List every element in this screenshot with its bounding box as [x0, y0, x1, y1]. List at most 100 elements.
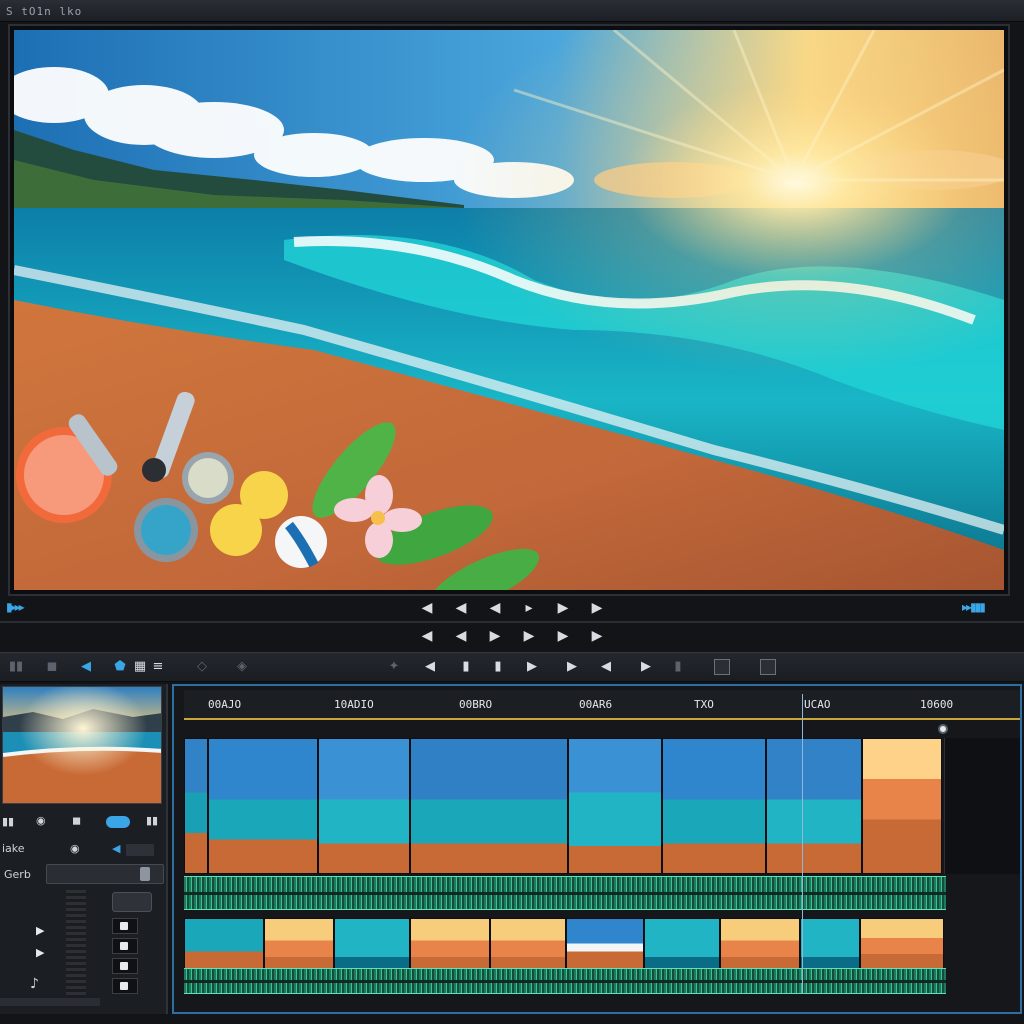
video-clip[interactable] [490, 918, 566, 974]
track-slot-2[interactable] [112, 938, 138, 954]
toolbar-play-button[interactable]: ▶ [524, 659, 540, 675]
playhead[interactable] [802, 694, 803, 994]
video-clip[interactable] [766, 738, 862, 874]
grid-tool-icon[interactable]: ▦ [132, 659, 148, 675]
panel-pause-icon[interactable]: ▮▮ [146, 814, 158, 827]
video-clip[interactable] [644, 918, 720, 974]
chevron-icon[interactable]: ◀ [112, 842, 120, 855]
video-clip[interactable] [184, 738, 208, 874]
audio-centerline [184, 892, 946, 895]
audio-centerline [184, 980, 946, 983]
ruler-tick: 00AR6 [579, 698, 613, 711]
speaker-icon[interactable]: ♪ [30, 976, 39, 992]
audio-track-1[interactable] [184, 876, 946, 910]
dropdown-handle[interactable] [140, 867, 150, 881]
ruler-tick: 10ADIO [334, 698, 374, 711]
preview-monitor [8, 24, 1010, 596]
beach-thumbnail-image [3, 687, 161, 803]
toolbar-checkbox[interactable] [714, 659, 730, 675]
video-clip-sunset[interactable] [860, 918, 944, 974]
field-label: Gerb [4, 868, 31, 881]
frame-back-button[interactable]: ◀ [487, 601, 503, 615]
toolbar-prev-button[interactable]: ◀ [422, 659, 438, 675]
expand-arrow-2[interactable]: ▶ [36, 946, 44, 959]
ruler-tick: 10600 [920, 698, 954, 711]
video-track-1[interactable] [184, 738, 1020, 874]
go-end-button[interactable]: ▶ [589, 629, 605, 643]
toolbar-in-point-button[interactable]: ▮ [670, 659, 686, 675]
video-clip[interactable] [208, 738, 318, 874]
shield-tool-icon[interactable]: ⬟ [112, 659, 128, 675]
list-tool-icon[interactable]: ≡ [150, 659, 166, 675]
video-clip[interactable] [662, 738, 766, 874]
beach-scene-image [14, 30, 1004, 590]
timeline-ruler[interactable]: 00AJO 10ADIO 00BRO 00AR6 TXO UCAO 10600 [184, 690, 1020, 720]
toolbar-back-button[interactable]: ◀ [598, 659, 614, 675]
expand-arrow-1[interactable]: ▶ [36, 924, 44, 937]
panel-link-icon[interactable]: ◼ [72, 814, 81, 827]
rewind-button[interactable]: ◀ [419, 601, 435, 615]
blade-tool-icon[interactable]: ◀ [78, 659, 94, 675]
panel-scrollbar[interactable] [66, 890, 86, 1002]
panel-toggle-switch[interactable] [106, 816, 130, 828]
separator [0, 621, 1024, 623]
marker-icon[interactable]: ✦ [386, 659, 402, 675]
toolbar-checkbox-2[interactable] [760, 659, 776, 675]
playhead-handle[interactable] [938, 724, 948, 734]
loop-button[interactable]: ▶ [555, 629, 571, 643]
toolbar-next-button[interactable]: ▶ [564, 659, 580, 675]
media-thumbnail[interactable] [2, 686, 162, 804]
preview-canvas[interactable] [14, 30, 1004, 590]
track-empty-area [944, 738, 1020, 874]
frame-forward-button[interactable]: ▶ [555, 601, 571, 615]
go-start-button[interactable]: ◀ [419, 629, 435, 643]
timeline-panel: 00AJO 10ADIO 00BRO 00AR6 TXO UCAO 10600 [172, 684, 1022, 1014]
ruler-tick: UCAO [804, 698, 831, 711]
video-clip[interactable] [568, 738, 662, 874]
track-slot-1[interactable] [112, 918, 138, 934]
toolbar-forward-button[interactable]: ▶ [638, 659, 654, 675]
video-clip[interactable] [800, 918, 860, 974]
video-clip[interactable] [410, 738, 568, 874]
panel-row-label: iake [2, 842, 25, 855]
transport-row-1: ◀ ◀ ◀ ▸ ▶ ▶ [0, 596, 1024, 620]
app-title: S tO1n lko [6, 5, 83, 18]
video-track-2[interactable] [184, 918, 1020, 974]
video-clip[interactable] [720, 918, 800, 974]
video-clip[interactable] [566, 918, 644, 974]
video-clip[interactable] [410, 918, 490, 974]
ruler-tick: TXO [694, 698, 714, 711]
toolbar-split-button[interactable]: ▮ [458, 659, 474, 675]
prev-clip-button[interactable]: ◀ [453, 629, 469, 643]
video-clip[interactable] [318, 738, 410, 874]
track-slot-4[interactable] [112, 978, 138, 994]
play-small-button[interactable]: ▸ [521, 601, 537, 615]
track-slot-3[interactable] [112, 958, 138, 974]
title-bar: S tO1n lko [0, 0, 1024, 22]
dot-tool-icon[interactable]: ◼ [44, 659, 60, 675]
ruler-tick: 00BRO [459, 698, 493, 711]
video-clip[interactable] [264, 918, 334, 974]
video-clip[interactable] [334, 918, 410, 974]
step-back-button[interactable]: ◀ [453, 601, 469, 615]
timeline-toolbar: ▮▮ ◼ ◀ ⬟ ▦ ≡ ◇ ◈ ✦ ◀ ▮ ▮ ▶ ▶ ◀ ▶ ▮ [0, 652, 1024, 682]
panel-button[interactable] [112, 892, 152, 912]
video-clip[interactable] [184, 918, 264, 974]
toolbar-mark-button[interactable]: ▮ [490, 659, 506, 675]
video-clip-sunset[interactable] [862, 738, 942, 874]
eye-icon[interactable]: ◉ [70, 842, 80, 855]
panel-footer-bar [0, 998, 100, 1006]
fast-forward-button[interactable]: ▶ [589, 601, 605, 615]
link-tool-icon[interactable]: ◈ [234, 659, 250, 675]
ruler-tick: 00AJO [208, 698, 242, 711]
play-button[interactable]: ▶ [487, 629, 503, 643]
panel-record-icon[interactable]: ◉ [36, 814, 46, 827]
panel-toggle-icon[interactable]: ▮▮ [2, 815, 14, 828]
next-clip-button[interactable]: ▶ [521, 629, 537, 643]
ruler-bar [184, 718, 1020, 720]
panel-mini-field[interactable] [126, 844, 154, 856]
select-tool-icon[interactable]: ▮▮ [8, 659, 24, 675]
snap-tool-icon[interactable]: ◇ [194, 659, 210, 675]
transport-row-2: ◀ ◀ ▶ ▶ ▶ ▶ [0, 624, 1024, 648]
audio-track-2[interactable] [184, 968, 946, 994]
